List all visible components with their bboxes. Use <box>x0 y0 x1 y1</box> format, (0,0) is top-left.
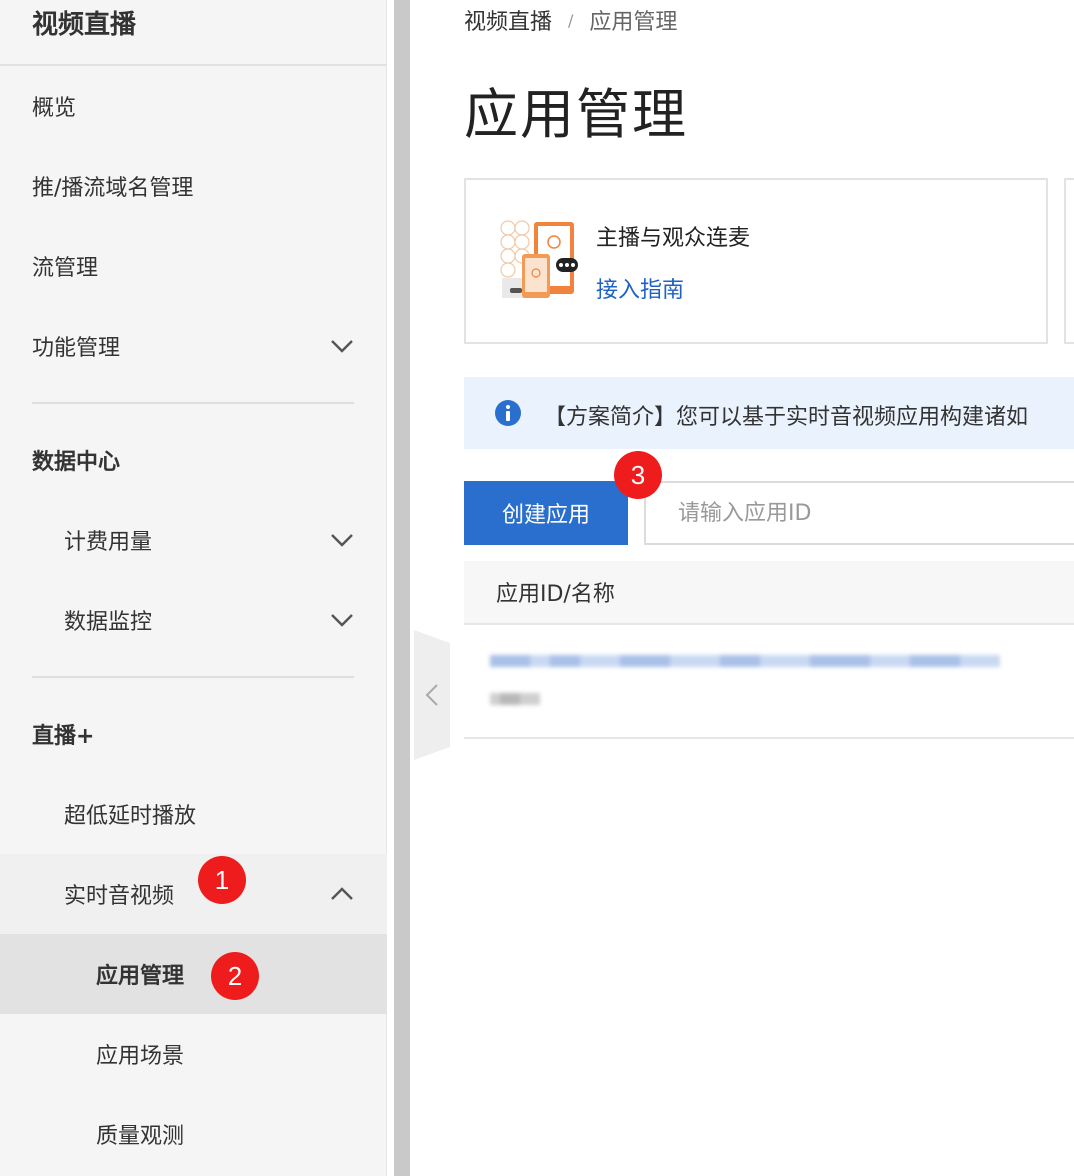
sidebar-item-app-scenarios[interactable]: 应用场景 <box>0 1014 387 1094</box>
sidebar-item-label: 实时音视频 <box>64 884 175 909</box>
sidebar-item-label: 数据监控 <box>64 610 153 635</box>
app-id-search-input[interactable] <box>644 481 1074 545</box>
breadcrumb-current: 应用管理 <box>589 10 678 35</box>
step-badge-3: 3 <box>614 451 662 499</box>
breadcrumb-separator: / <box>568 10 574 30</box>
sidebar-item-label: 流管理 <box>32 256 99 281</box>
sidebar-item-label: 功能管理 <box>32 336 121 361</box>
sidebar-section-live-plus: 直播+ <box>0 694 387 774</box>
chevron-down-icon <box>331 340 353 353</box>
page-title: 应用管理 <box>464 83 688 146</box>
sidebar-item-label: 超低延时播放 <box>64 804 197 829</box>
sidebar-item-label: 计费用量 <box>64 530 153 555</box>
create-app-button[interactable]: 创建应用 <box>464 481 628 545</box>
sidebar-item-domain-management[interactable]: 推/播流域名管理 <box>0 146 387 226</box>
sidebar-section-label: 直播+ <box>32 724 95 749</box>
solution-card: 主播与观众连麦 接入指南 <box>464 178 1048 344</box>
sidebar-divider <box>32 402 354 404</box>
sidebar-item-data-monitoring[interactable]: 数据监控 <box>0 580 387 660</box>
sidebar-item-stream-management[interactable]: 流管理 <box>0 226 387 306</box>
card-title: 主播与观众连麦 <box>596 226 751 251</box>
solution-card-next <box>1064 178 1074 344</box>
column-header-app-id-name: 应用ID/名称 <box>496 582 615 607</box>
sidebar-section-data-center: 数据中心 <box>0 420 387 500</box>
chevron-down-icon <box>331 614 353 627</box>
chevron-left-icon <box>425 684 438 706</box>
sidebar-item-label: 推/播流域名管理 <box>32 176 194 201</box>
sidebar-item-billing-usage[interactable]: 计费用量 <box>0 500 387 580</box>
sidebar-section-label: 数据中心 <box>32 450 121 475</box>
sidebar-item-label: 应用场景 <box>96 1044 185 1069</box>
co-streaming-illustration-icon <box>500 220 578 298</box>
sidebar-item-feature-management[interactable]: 功能管理 <box>0 306 387 386</box>
breadcrumb: 视频直播 / 应用管理 <box>464 4 677 36</box>
sidebar-item-quality-observation[interactable]: 质量观测 <box>0 1094 387 1174</box>
redacted-app-name <box>490 693 540 705</box>
step-badge-2: 2 <box>211 952 259 1000</box>
sidebar-title: 视频直播 <box>32 10 137 40</box>
collapse-sidebar-toggle[interactable] <box>414 630 450 760</box>
main-content: 视频直播 / 应用管理 应用管理 主播与观众连麦 接入指南 【方案简介】您可以基… <box>410 0 1074 1176</box>
sidebar-item-label: 质量观测 <box>96 1124 185 1149</box>
chevron-down-icon <box>331 534 353 547</box>
notice-text: 【方案简介】您可以基于实时音视频应用构建诸如 <box>544 405 1029 430</box>
breadcrumb-item[interactable]: 视频直播 <box>464 4 552 36</box>
sidebar-divider <box>32 676 354 678</box>
sidebar-item-label: 概览 <box>32 96 77 121</box>
step-badge-1: 1 <box>198 856 246 904</box>
sidebar-item-label: 应用管理 <box>96 964 185 989</box>
info-icon <box>495 400 521 426</box>
sidebar-item-low-latency-playback[interactable]: 超低延时播放 <box>0 774 387 854</box>
sidebar-item-rtc[interactable]: 实时音视频 <box>0 854 387 934</box>
chevron-up-icon <box>331 887 353 900</box>
sidebar-item-app-management[interactable]: 应用管理 <box>0 934 387 1014</box>
table-row <box>464 625 1074 739</box>
access-guide-link[interactable]: 接入指南 <box>596 272 684 304</box>
notice-banner: 【方案简介】您可以基于实时音视频应用构建诸如 <box>464 377 1074 449</box>
sidebar-item-overview[interactable]: 概览 <box>0 66 387 146</box>
redacted-app-id[interactable] <box>490 651 1000 671</box>
sidebar-splitter[interactable] <box>394 0 410 1176</box>
sidebar: 视频直播 概览 推/播流域名管理 流管理 功能管理 数据中心 计费用量 数据监控… <box>0 0 387 1176</box>
table-header: 应用ID/名称 <box>464 561 1074 625</box>
